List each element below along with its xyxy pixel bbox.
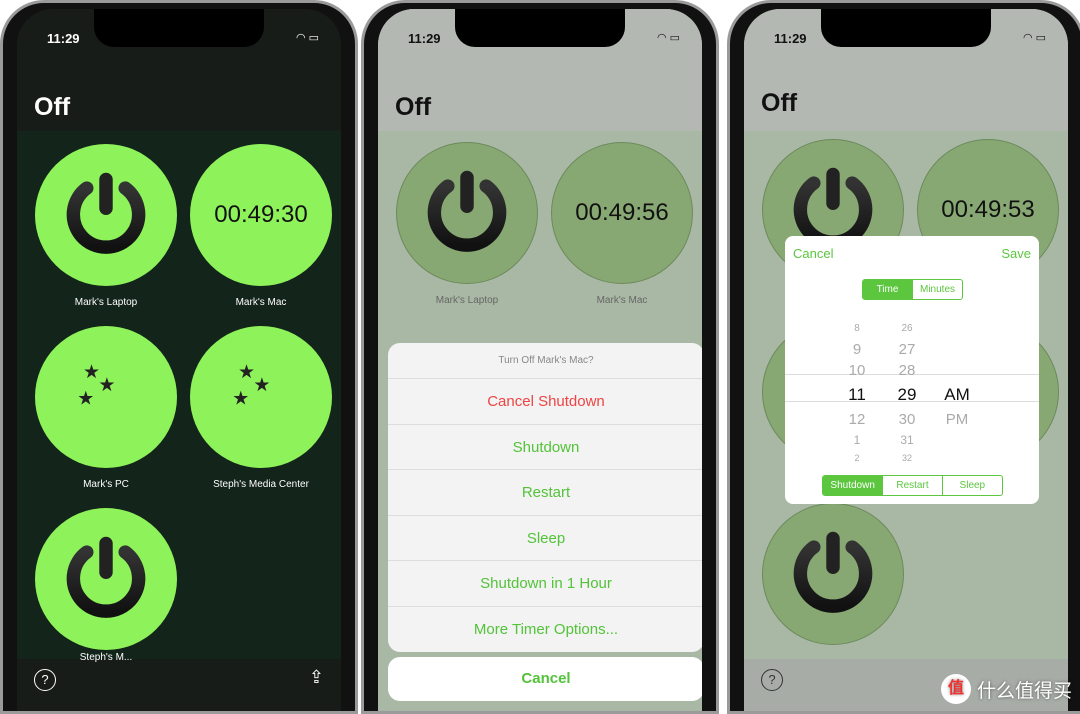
wifi-battery-icon: ◠ ▭ — [1022, 32, 1046, 44]
device-button-marks-laptop — [396, 142, 538, 284]
phone-2: 11:29 ◠ ▭ Off Mark's Laptop 00:49:56 Mar… — [361, 0, 719, 714]
action-sheet-title: Turn Off Mark's Mac? — [388, 343, 702, 379]
mode-segmented-control: Time Minutes — [862, 279, 963, 300]
screen-main: 11:29 ◠ ▭ Off Mark's Laptop 00:49:30 Mar… — [17, 9, 341, 711]
phone-1: 11:29 ◠ ▭ Off Mark's Laptop 00:49:30 Mar… — [0, 0, 358, 714]
picker-selected: AM — [944, 385, 970, 404]
bottom-toolbar: ? ⇪ — [17, 659, 341, 711]
timer-countdown: 00:49:30 — [214, 201, 308, 228]
ampm-wheel[interactable]: AM PM — [937, 381, 977, 430]
picker-option: 28 — [898, 362, 916, 379]
cancel-shutdown-button[interactable]: Cancel Shutdown — [388, 379, 702, 425]
tab-sleep[interactable]: Sleep — [941, 476, 1002, 495]
device-button-stephs[interactable] — [35, 508, 177, 650]
picker-selected: 29 — [897, 385, 917, 404]
shutdown-in-1-hour-button[interactable]: Shutdown in 1 Hour — [388, 561, 702, 607]
screen-action-sheet: 11:29 ◠ ▭ Off Mark's Laptop 00:49:56 Mar… — [378, 9, 702, 711]
picker-option: 9 — [852, 341, 862, 358]
device-label: Mark's Laptop — [74, 297, 138, 308]
notch — [455, 9, 625, 47]
timer-countdown: 00:49:56 — [575, 199, 669, 226]
picker-option: 2 — [854, 453, 860, 463]
power-icon — [419, 165, 515, 261]
minute-wheel[interactable]: 26 27 28 29 30 31 32 — [889, 318, 925, 465]
picker-option: 8 — [854, 323, 860, 334]
wifi-battery-icon: ◠ ▭ — [656, 32, 680, 44]
picker-selected: 11 — [848, 385, 866, 404]
picker-option: 12 — [848, 411, 866, 428]
sleep-button[interactable]: Sleep — [388, 516, 702, 561]
device-label: Mark's PC — [83, 479, 129, 490]
device-button-stephs-media-center[interactable] — [190, 326, 332, 468]
picker-option: 27 — [898, 341, 916, 358]
watermark-logo: 值 — [940, 674, 971, 704]
page-title: Off — [395, 93, 432, 121]
watermark-text: 什么值得买 — [976, 680, 1072, 702]
page-title: Off — [761, 89, 798, 117]
status-time: 11:29 — [47, 31, 80, 46]
power-icon — [785, 526, 881, 622]
action-sheet: Turn Off Mark's Mac? Cancel Shutdown Shu… — [388, 343, 702, 652]
dialog-save-button[interactable]: Save — [1001, 246, 1031, 261]
tab-shutdown[interactable]: Shutdown — [823, 476, 883, 495]
page-title: Off — [34, 93, 71, 121]
cancel-button[interactable]: Cancel — [388, 657, 702, 701]
screen-timer-dialog: 11:29 ◠ ▭ Off 00:49:53 ? Cancel Save Tim… — [744, 9, 1068, 711]
phone-3: 11:29 ◠ ▭ Off 00:49:53 ? Cancel Save Tim… — [727, 0, 1080, 714]
status-time: 11:29 — [408, 31, 441, 46]
picker-option: 32 — [901, 453, 912, 463]
picker-option: 30 — [898, 411, 916, 428]
help-icon[interactable]: ? — [34, 669, 56, 691]
device-button-marks-laptop[interactable] — [35, 144, 177, 286]
timer-dialog: Cancel Save Time Minutes 8 9 10 11 12 1 … — [785, 236, 1039, 504]
picker-option: 1 — [853, 433, 861, 447]
share-icon[interactable]: ⇪ — [309, 667, 324, 688]
device-button-marks-mac: 00:49:56 — [551, 142, 693, 284]
picker-option: 26 — [901, 323, 913, 334]
shutdown-button[interactable]: Shutdown — [388, 425, 702, 470]
device-button-stephs — [762, 503, 904, 645]
moon-icon — [58, 349, 154, 445]
tab-time[interactable]: Time — [863, 280, 912, 299]
help-icon: ? — [761, 669, 783, 691]
action-segmented-control: Shutdown Restart Sleep — [822, 475, 1003, 496]
tab-restart[interactable]: Restart — [882, 476, 941, 495]
picker-option: 31 — [900, 433, 914, 447]
dialog-cancel-button[interactable]: Cancel — [793, 246, 833, 261]
device-button-marks-pc[interactable] — [35, 326, 177, 468]
more-timer-options-button[interactable]: More Timer Options... — [388, 607, 702, 653]
picker-option: PM — [945, 411, 969, 428]
status-time: 11:29 — [774, 31, 807, 46]
tab-minutes[interactable]: Minutes — [912, 280, 962, 299]
notch — [94, 9, 264, 47]
device-button-marks-mac[interactable]: 00:49:30 — [190, 144, 332, 286]
wifi-battery-icon: ◠ ▭ — [295, 32, 319, 44]
power-icon — [58, 167, 154, 263]
moon-icon — [213, 349, 309, 445]
picker-option: 10 — [848, 362, 866, 379]
hour-wheel[interactable]: 8 9 10 11 12 1 2 — [839, 318, 875, 465]
timer-countdown: 00:49:53 — [941, 196, 1035, 223]
device-label: Steph's M... — [79, 652, 133, 663]
power-icon — [58, 531, 154, 627]
device-label: Mark's Mac — [235, 297, 287, 308]
watermark: 值 什么值得买 — [940, 674, 1072, 704]
device-label: Mark's Laptop — [435, 295, 499, 306]
device-label: Mark's Mac — [596, 295, 648, 306]
restart-button[interactable]: Restart — [388, 470, 702, 516]
notch — [821, 9, 991, 47]
device-label: Steph's Media Center — [213, 479, 309, 490]
